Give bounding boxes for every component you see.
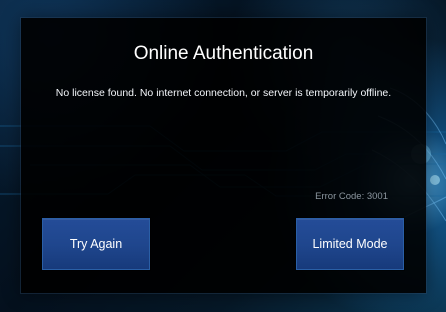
authentication-message: No license found. No internet connection… — [55, 87, 392, 99]
limited-mode-button[interactable]: Limited Mode — [296, 218, 404, 270]
error-code-label: Error Code: 3001 — [315, 191, 388, 202]
dialog-title: Online Authentication — [133, 43, 314, 64]
authentication-dialog: Online Authentication No license found. … — [21, 18, 426, 293]
background-glow-dot — [430, 175, 440, 185]
try-again-button[interactable]: Try Again — [42, 218, 150, 270]
authentication-screen: Online Authentication No license found. … — [0, 0, 446, 312]
